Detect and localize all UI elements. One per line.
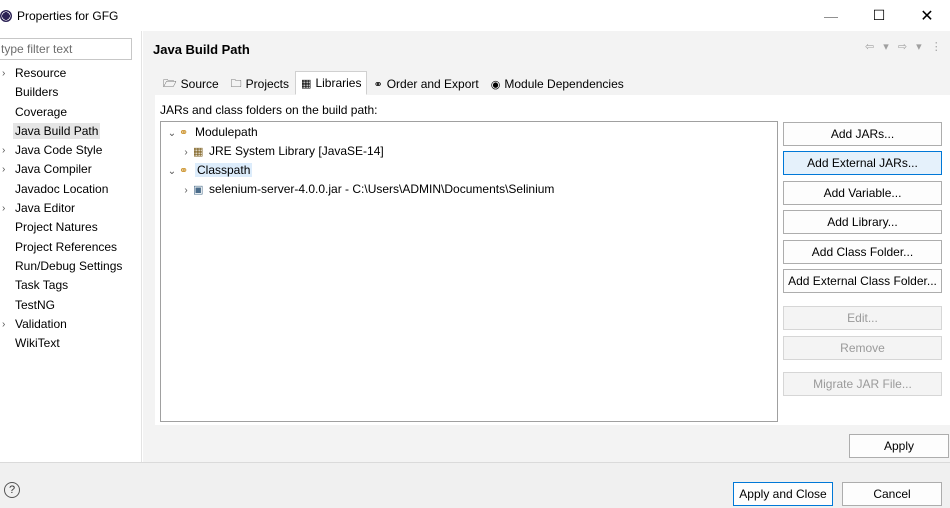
libraries-icon: ▦: [301, 77, 312, 90]
order-export-icon: ⚭: [373, 78, 383, 91]
dialog-footer: ? Apply and Close Cancel: [0, 462, 950, 508]
libraries-panel: JARs and class folders on the build path…: [155, 95, 950, 425]
tree-row-jre[interactable]: › ▦ JRE System Library [JavaSE-14]: [179, 142, 384, 162]
tab-source[interactable]: 🗁 Source: [157, 73, 225, 95]
build-path-tree[interactable]: ⌄ ⚭ Modulepath › ▦ JRE System Library [JavaS…: [160, 121, 778, 422]
edit-button[interactable]: Edit...: [783, 306, 942, 330]
sidebar-item[interactable]: › Java Code Style: [0, 141, 142, 160]
sidebar-item-label: Java Build Path: [13, 122, 101, 139]
add-variable-button[interactable]: Add Variable...: [783, 181, 942, 205]
chevron-right-icon[interactable]: ›: [179, 181, 193, 200]
tab-label: Projects: [245, 77, 290, 91]
chevron-right-icon[interactable]: ›: [2, 199, 5, 218]
tab-module-dependencies[interactable]: ◉ Module Dependencies: [485, 73, 630, 95]
jar-label: selenium-server-4.0.0.jar - C:\Users\ADM…: [209, 182, 555, 196]
sidebar-item-label: Task Tags: [15, 278, 69, 293]
chevron-down-icon[interactable]: ⌄: [165, 124, 179, 143]
window-title: Properties for GFG: [17, 9, 119, 23]
close-button[interactable]: ✕: [904, 0, 950, 31]
sidebar-item-label: Resource: [15, 66, 67, 80]
tab-label: Module Dependencies: [504, 77, 624, 91]
sidebar-item[interactable]: › Java Editor: [0, 199, 142, 218]
jre-label: JRE System Library [JavaSE-14]: [209, 144, 384, 158]
sidebar-item[interactable]: › Java Compiler: [0, 160, 142, 179]
tab-strip: 🗁 Source 🗀 Projects ▦ Libraries ⚭ Order and Exp…: [157, 71, 630, 95]
sidebar-item-label: WikiText: [15, 336, 60, 351]
sidebar-item-label: Project References: [15, 239, 118, 254]
tree-row-classpath[interactable]: ⌄ ⚭ Classpath: [165, 161, 253, 181]
add-jars-button[interactable]: Add JARs...: [783, 122, 942, 146]
sidebar-item[interactable]: TestNG: [0, 296, 142, 315]
sidebar-item-label: Java Code Style: [15, 143, 103, 158]
chevron-down-icon[interactable]: ⌄: [165, 162, 179, 181]
preference-sidebar: › Resource Builders Coverage Java Build Path…: [0, 31, 142, 462]
maximize-button[interactable]: ☐: [856, 0, 902, 31]
modulepath-icon: ⚭: [179, 127, 189, 139]
tab-libraries[interactable]: ▦ Libraries: [295, 71, 368, 95]
remove-button[interactable]: Remove: [783, 336, 942, 360]
sidebar-item[interactable]: Coverage: [0, 103, 142, 122]
classpath-label: Classpath: [195, 163, 253, 177]
sidebar-tree: › Resource Builders Coverage Java Build Path…: [0, 64, 142, 353]
sidebar-item-label: Java Editor: [15, 201, 76, 216]
help-icon[interactable]: ?: [4, 482, 20, 498]
sidebar-item-label: Validation: [15, 316, 67, 331]
sidebar-item[interactable]: Javadoc Location: [0, 180, 142, 199]
tab-order-and-export[interactable]: ⚭ Order and Export: [367, 73, 484, 95]
tab-projects[interactable]: 🗀 Projects: [225, 73, 295, 95]
sidebar-item[interactable]: WikiText: [0, 334, 142, 353]
tab-label: Source: [180, 77, 219, 91]
chevron-right-icon[interactable]: ›: [179, 143, 193, 162]
tree-row-modulepath[interactable]: ⌄ ⚭ Modulepath: [165, 123, 258, 142]
page-header: Java Build Path ⇦ ▾ ⇨ ▾ ⋮: [143, 31, 950, 69]
sidebar-item-label: Project Natures: [15, 220, 98, 235]
properties-page: Java Build Path ⇦ ▾ ⇨ ▾ ⋮ 🗁 Source 🗀 Projec…: [143, 31, 950, 462]
sidebar-item[interactable]: Run/Debug Settings: [0, 257, 142, 276]
cancel-button[interactable]: Cancel: [842, 482, 942, 506]
add-library-button[interactable]: Add Library...: [783, 210, 942, 234]
add-external-jars-button[interactable]: Add External JARs...: [783, 151, 942, 175]
sidebar-item[interactable]: Task Tags: [0, 276, 142, 295]
sidebar-item-label: Java Compiler: [15, 162, 92, 177]
sidebar-item[interactable]: Java Build Path: [0, 122, 142, 141]
sidebar-item[interactable]: Project Natures: [0, 218, 142, 237]
filter-input[interactable]: [0, 38, 132, 60]
build-path-label: JARs and class folders on the build path…: [160, 103, 378, 117]
migrate-jar-button[interactable]: Migrate JAR File...: [783, 372, 942, 396]
module-dependencies-icon: ◉: [490, 78, 501, 91]
jar-icon: ▣: [193, 184, 204, 196]
sidebar-item-label: Javadoc Location: [15, 181, 109, 196]
page-title: Java Build Path: [153, 42, 250, 57]
chevron-right-icon[interactable]: ›: [2, 315, 5, 334]
library-icon: ▦: [193, 146, 204, 158]
sidebar-item-label: Run/Debug Settings: [15, 258, 123, 273]
title-bar: Properties for GFG — ☐ ✕: [0, 0, 950, 31]
minimize-button[interactable]: —: [808, 0, 854, 31]
chevron-right-icon[interactable]: ›: [2, 64, 5, 83]
sidebar-item-label: Builders: [15, 85, 59, 100]
history-nav-icons[interactable]: ⇦ ▾ ⇨ ▾ ⋮: [865, 40, 945, 53]
tab-label: Order and Export: [386, 77, 479, 91]
projects-icon: 🗀: [230, 77, 242, 90]
sidebar-item[interactable]: Project References: [0, 238, 142, 257]
sidebar-item[interactable]: › Resource: [0, 64, 142, 83]
add-class-folder-button[interactable]: Add Class Folder...: [783, 240, 942, 264]
chevron-right-icon[interactable]: ›: [2, 141, 5, 160]
sidebar-item[interactable]: Builders: [0, 83, 142, 102]
eclipse-logo-icon: [0, 10, 12, 22]
modulepath-label: Modulepath: [195, 125, 258, 139]
classpath-icon: ⚭: [179, 165, 189, 177]
apply-and-close-button[interactable]: Apply and Close: [733, 482, 833, 506]
source-folder-icon: 🗁: [163, 77, 177, 90]
tree-row-jar[interactable]: › ▣ selenium-server-4.0.0.jar - C:\Users\A…: [179, 180, 554, 199]
chevron-right-icon[interactable]: ›: [2, 160, 5, 179]
sidebar-item[interactable]: › Validation: [0, 315, 142, 334]
apply-button[interactable]: Apply: [849, 434, 949, 458]
sidebar-item-label: TestNG: [15, 297, 56, 312]
add-external-class-folder-button[interactable]: Add External Class Folder...: [783, 269, 942, 293]
sidebar-item-label: Coverage: [15, 104, 68, 119]
tab-label: Libraries: [315, 76, 362, 90]
